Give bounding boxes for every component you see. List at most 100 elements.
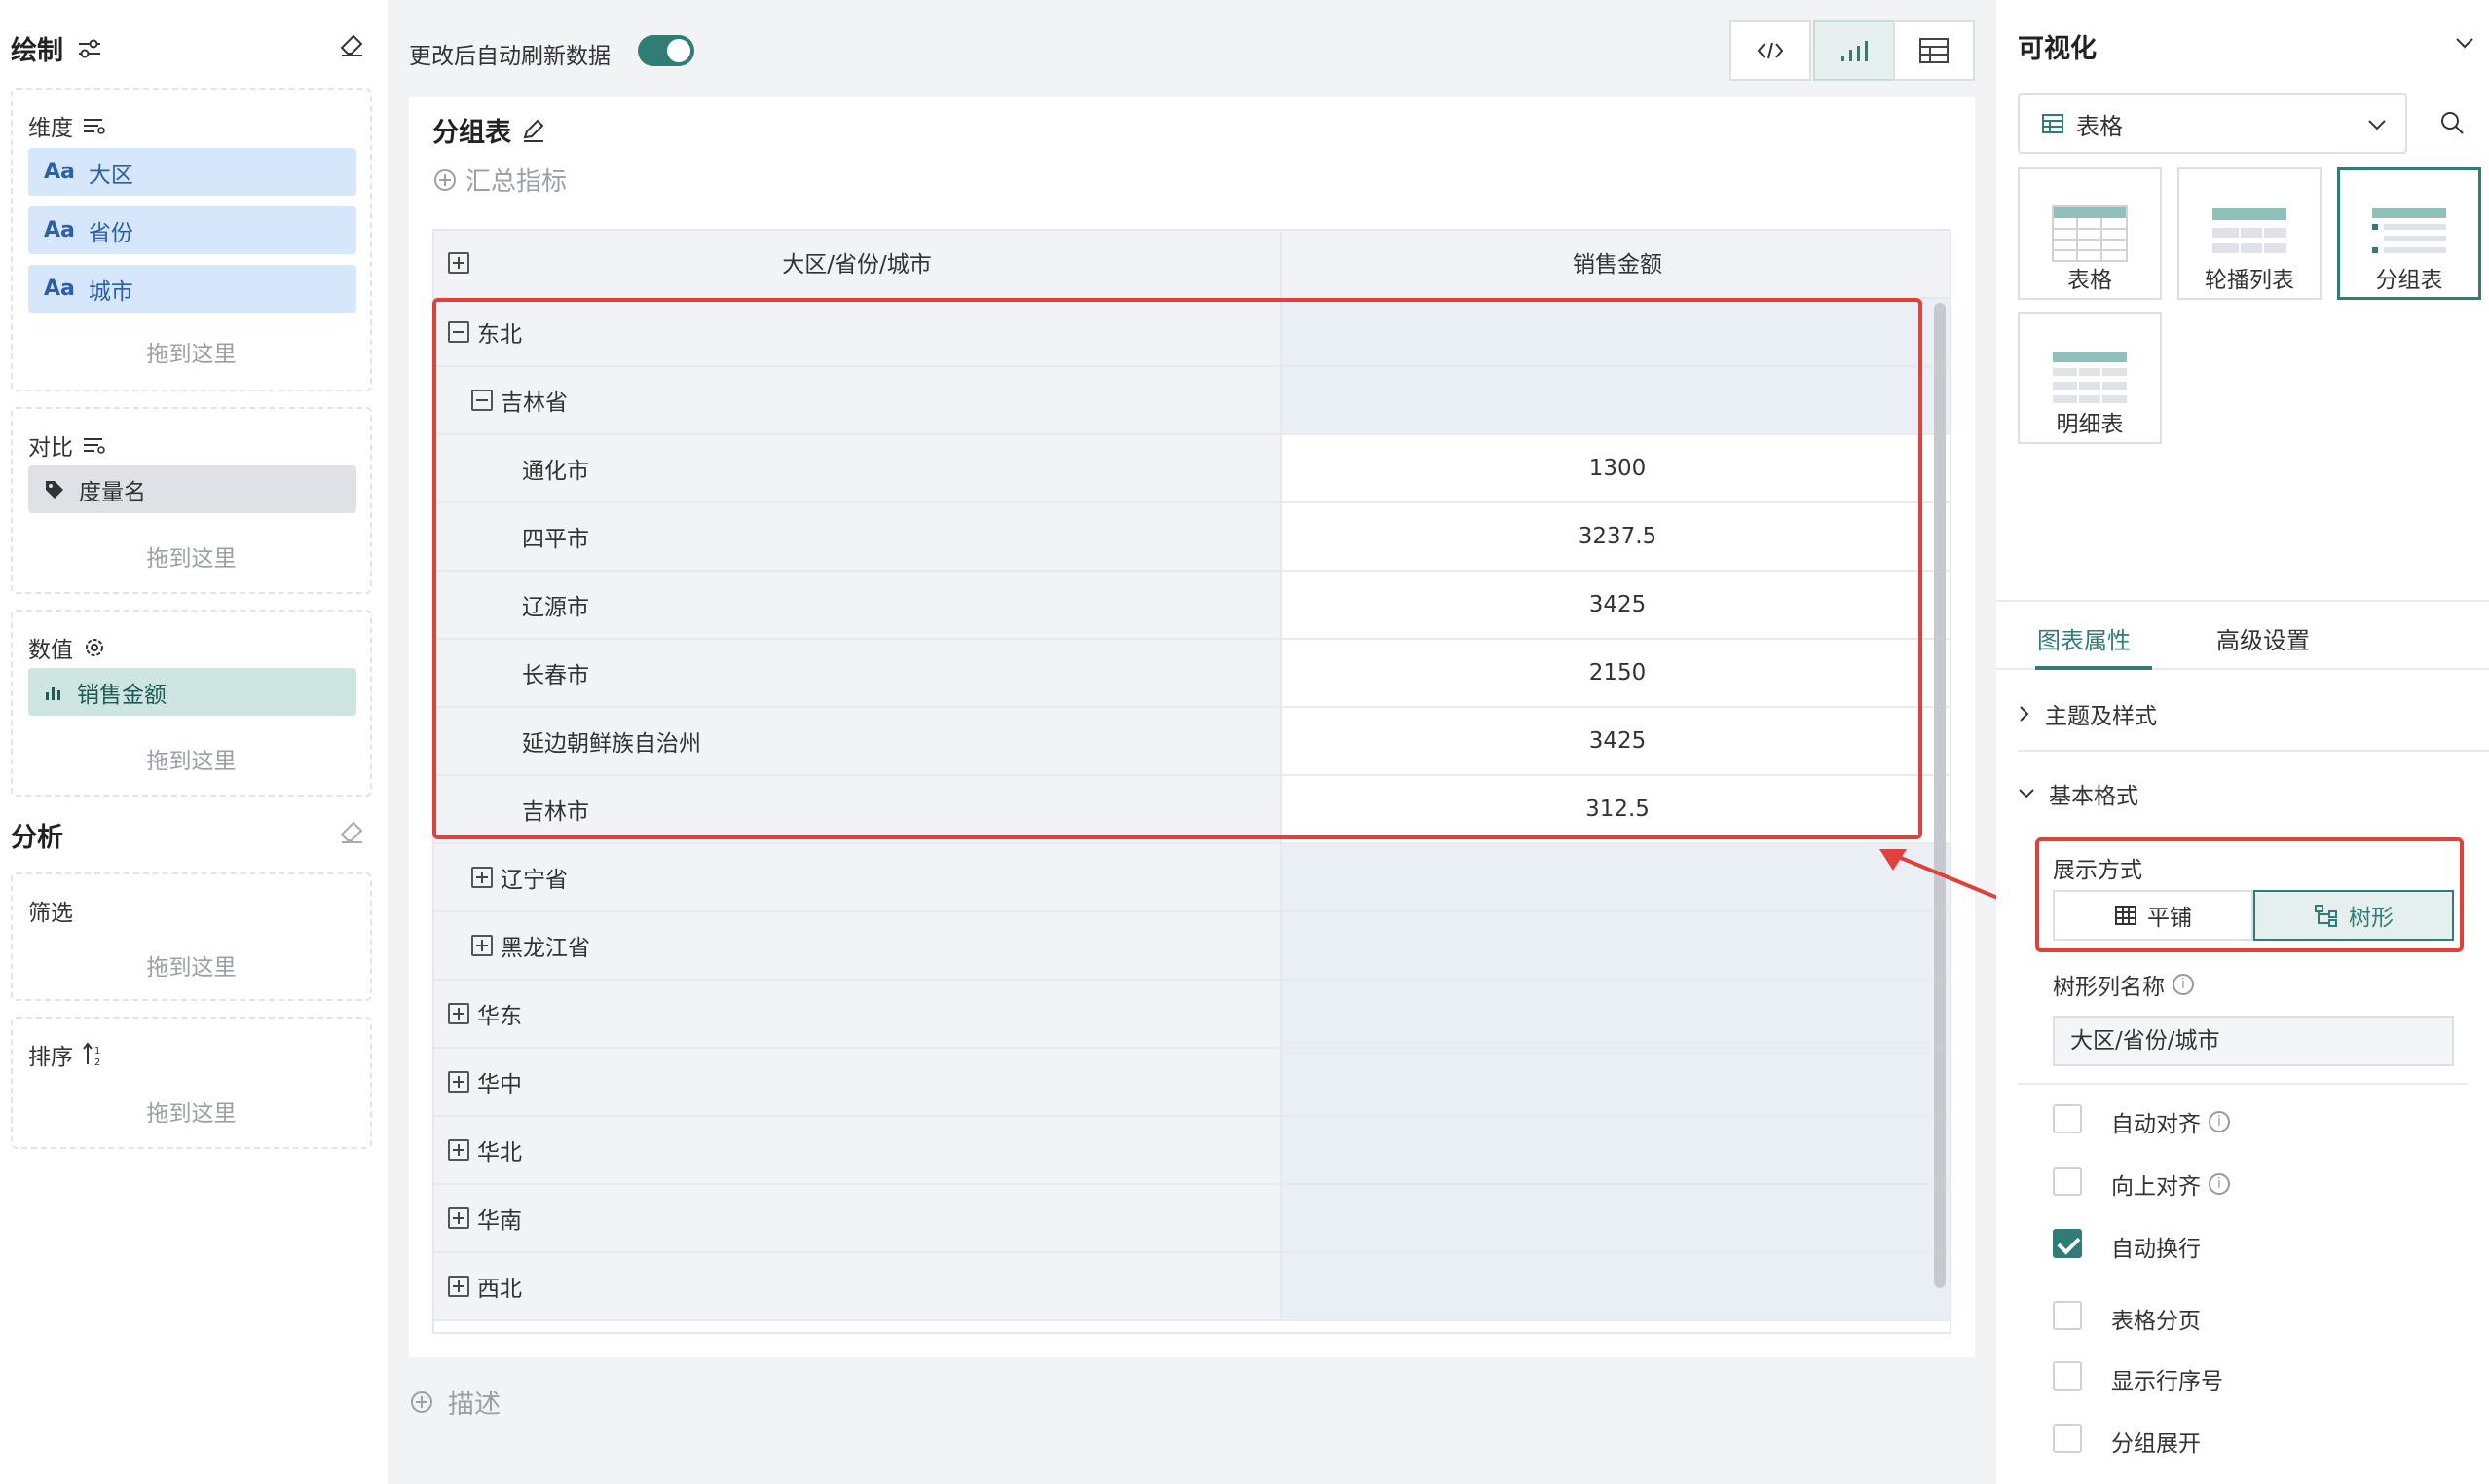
table-row[interactable]: 辽宁省 xyxy=(434,844,1950,912)
expand-icon[interactable] xyxy=(471,867,493,888)
chart-type-select[interactable]: 表格 xyxy=(2018,93,2407,154)
sort-header: 排序 12 xyxy=(28,1038,106,1071)
describe-button[interactable]: 描述 xyxy=(409,1383,501,1421)
theme-style-section[interactable]: 主题及样式 xyxy=(2018,697,2157,730)
value-drop-zone[interactable]: 拖到这里 xyxy=(13,742,370,775)
list-filter-icon[interactable] xyxy=(83,116,106,135)
value-well[interactable]: 数值 销售金额 拖到这里 xyxy=(11,610,372,797)
compare-drop-zone[interactable]: 拖到这里 xyxy=(13,539,370,573)
info-icon[interactable]: i xyxy=(2209,1173,2230,1195)
detail-table-icon xyxy=(2053,352,2127,403)
type-carousel-label: 轮播列表 xyxy=(2205,268,2294,293)
dimension-pill-province[interactable]: Aa 省份 xyxy=(28,206,356,254)
dimension-well[interactable]: 维度 Aa 大区 Aa 省份 Aa 城市 拖到这里 xyxy=(11,88,372,391)
vertical-scrollbar[interactable] xyxy=(1934,303,1946,1288)
compare-header: 对比 xyxy=(28,428,106,462)
filter-drop-zone[interactable]: 拖到这里 xyxy=(13,948,370,982)
column-header-sales[interactable]: 销售金额 xyxy=(1280,231,1950,299)
table-view-button[interactable] xyxy=(1893,20,1975,81)
dimension-pill-region[interactable]: Aa 大区 xyxy=(28,148,356,196)
table-row[interactable]: 华东 xyxy=(434,981,1950,1049)
option-label-text: 表格分页 xyxy=(2111,1309,2201,1334)
eraser-icon[interactable] xyxy=(339,819,364,844)
sales-amount-cell xyxy=(1280,1253,1950,1319)
sort-well[interactable]: 排序 12 拖到这里 xyxy=(11,1017,372,1149)
table-icon xyxy=(1919,38,1949,63)
row-label: 华南 xyxy=(477,1208,522,1234)
option-checkbox[interactable] xyxy=(2053,1167,2082,1196)
expand-icon[interactable] xyxy=(471,935,493,956)
option-label: 自动对齐 i xyxy=(2111,1105,2230,1138)
chevron-down-icon[interactable] xyxy=(2454,35,2475,51)
info-icon[interactable]: i xyxy=(2209,1111,2230,1132)
option-label: 自动换行 xyxy=(2111,1230,2201,1263)
expand-icon[interactable] xyxy=(448,1207,469,1229)
column-header-hierarchy[interactable]: 大区/省份/城市 xyxy=(434,231,1280,299)
expand-icon[interactable] xyxy=(448,1276,469,1297)
type-grouped-label: 分组表 xyxy=(2375,268,2443,293)
table-icon xyxy=(2042,114,2063,133)
option-checkbox[interactable] xyxy=(2053,1104,2082,1133)
svg-text:2: 2 xyxy=(94,1057,100,1067)
row-label: 黑龙江省 xyxy=(501,936,590,961)
filter-well[interactable]: 筛选 拖到这里 xyxy=(11,872,372,1001)
draw-section-title: 绘制 xyxy=(11,29,102,67)
dimension-header: 维度 xyxy=(28,109,106,142)
value-pill-sales-amount[interactable]: 销售金额 xyxy=(28,668,356,716)
sort-icon[interactable]: 12 xyxy=(83,1042,106,1067)
sort-drop-zone[interactable]: 拖到这里 xyxy=(13,1094,370,1128)
tab-chart-properties[interactable]: 图表属性 xyxy=(2037,621,2131,655)
code-icon xyxy=(1757,42,1784,59)
table-row[interactable]: 黑龙江省 xyxy=(434,912,1950,981)
tab-advanced-settings[interactable]: 高级设置 xyxy=(2216,621,2310,655)
basic-format-section[interactable]: 基本格式 xyxy=(2018,777,2138,810)
tree-column-name-label: 树形列名称 i xyxy=(2053,968,2194,1001)
option-label-text: 自动换行 xyxy=(2111,1237,2201,1262)
expand-icon[interactable] xyxy=(448,1139,469,1161)
table-row[interactable]: 华北 xyxy=(434,1117,1950,1185)
chart-view-button[interactable] xyxy=(1813,20,1895,81)
chart-title[interactable]: 分组表 xyxy=(432,111,546,149)
dimension-drop-zone[interactable]: 拖到这里 xyxy=(13,335,370,368)
chevron-down-icon xyxy=(2368,120,2386,130)
option-checkbox[interactable] xyxy=(2053,1301,2082,1330)
eraser-icon[interactable] xyxy=(339,32,364,57)
info-icon[interactable]: i xyxy=(2173,974,2194,995)
summary-metrics-button[interactable]: 汇总指标 xyxy=(432,162,567,198)
search-icon[interactable] xyxy=(2438,109,2466,136)
plus-circle-icon xyxy=(411,1391,432,1413)
expand-icon[interactable] xyxy=(448,1003,469,1024)
compare-pill-measure-name[interactable]: 度量名 xyxy=(28,465,356,513)
sales-amount-cell xyxy=(1280,1117,1950,1183)
table-row[interactable]: 华中 xyxy=(434,1049,1950,1117)
compare-well[interactable]: 对比 度量名 拖到这里 xyxy=(11,407,372,594)
hierarchy-cell: 西北 xyxy=(434,1253,1280,1319)
tree-column-name-input[interactable]: 大区/省份/城市 xyxy=(2053,1016,2454,1066)
option-checkbox[interactable] xyxy=(2053,1229,2082,1258)
filter-header: 筛选 xyxy=(28,901,73,926)
option-label-text: 分组展开 xyxy=(2111,1431,2201,1457)
table-row[interactable]: 华南 xyxy=(434,1185,1950,1253)
option-checkbox[interactable] xyxy=(2053,1361,2082,1391)
gear-icon[interactable] xyxy=(83,636,106,659)
settings-sliders-icon[interactable] xyxy=(77,38,102,59)
hierarchy-cell: 华东 xyxy=(434,981,1280,1047)
type-table-label: 表格 xyxy=(2067,268,2112,293)
hierarchy-cell: 华北 xyxy=(434,1117,1280,1183)
highlight-box-tree-rows xyxy=(432,298,1922,839)
dimension-pill-city[interactable]: Aa 城市 xyxy=(28,265,356,313)
list-filter-icon[interactable] xyxy=(83,435,106,455)
option-checkbox[interactable] xyxy=(2053,1424,2082,1453)
sales-amount-cell xyxy=(1280,1185,1950,1251)
auto-refresh-toggle[interactable] xyxy=(638,35,694,66)
table-row[interactable]: 西北 xyxy=(434,1253,1950,1321)
active-tab-underline xyxy=(2035,666,2152,670)
right-panel: 可视化 表格 表格 轮播列表 分组表 明细表 图表属性 高级设置 主题及样式 基… xyxy=(1996,0,2489,1484)
analysis-section-title: 分析 xyxy=(11,823,63,853)
row-label: 辽宁省 xyxy=(501,868,568,893)
expand-icon[interactable] xyxy=(448,1071,469,1093)
pencil-icon[interactable] xyxy=(521,118,546,143)
hierarchy-cell: 华中 xyxy=(434,1049,1280,1115)
grouped-table-icon xyxy=(2372,208,2446,253)
code-view-button[interactable] xyxy=(1729,20,1811,81)
